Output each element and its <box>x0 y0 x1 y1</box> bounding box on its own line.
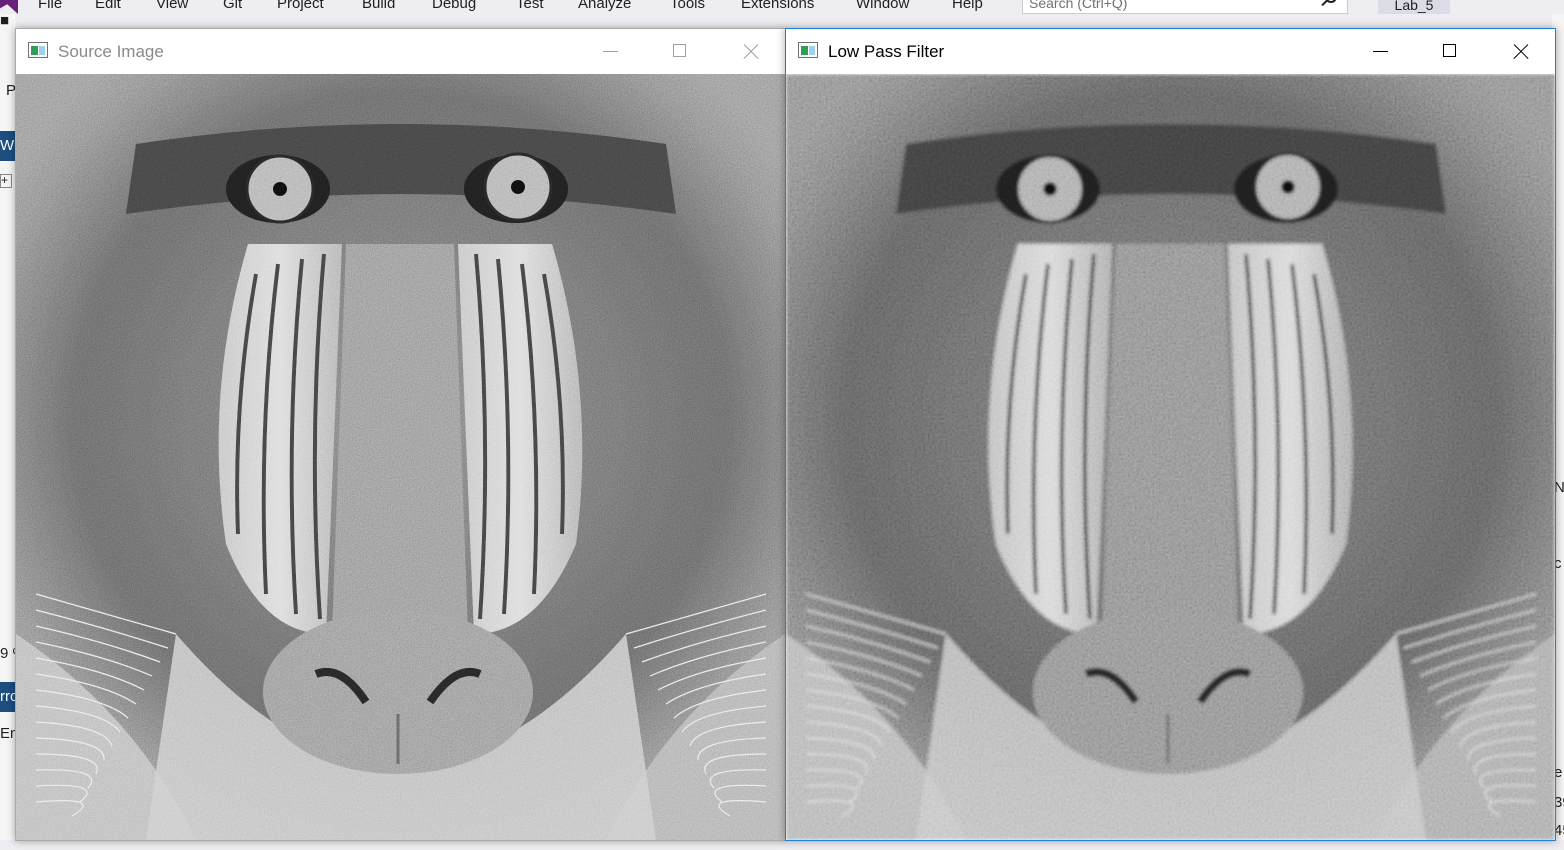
window-title: Low Pass Filter <box>828 42 945 61</box>
app-icon <box>798 42 818 58</box>
menu-file[interactable]: File <box>38 0 62 12</box>
ide-left-panel-edge: ■ P Wh + 9 % rro En <box>0 12 16 850</box>
minimize-icon[interactable] <box>1345 29 1415 74</box>
add-icon[interactable]: + <box>0 174 12 188</box>
window-title: Source Image <box>58 42 164 61</box>
edge-text-zoom: 9 % <box>0 645 16 662</box>
edge-tab-blue-2: rro <box>0 682 16 712</box>
menu-tools[interactable]: Tools <box>670 0 705 12</box>
ide-status-bar <box>0 840 1564 850</box>
maximize-icon[interactable] <box>1415 29 1485 74</box>
fur-texture <box>16 74 785 840</box>
search-placeholder: Search (Ctrl+Q) <box>1029 0 1128 11</box>
filtered-image-canvas <box>786 74 1555 840</box>
solution-name-badge[interactable]: Lab_5 <box>1378 0 1450 14</box>
mandrill-image <box>16 74 785 840</box>
menu-project[interactable]: Project <box>277 0 324 12</box>
menu-window[interactable]: Window <box>856 0 909 12</box>
minimize-icon[interactable] <box>575 29 645 74</box>
close-icon[interactable] <box>715 29 785 74</box>
menu-edit[interactable]: Edit <box>95 0 121 12</box>
search-icon <box>1325 0 1337 3</box>
menu-view[interactable]: View <box>156 0 188 12</box>
edge-tab-blue-1: Wh <box>0 131 16 161</box>
menu-bar: File Edit View Git Project Build Debug T… <box>0 0 1564 14</box>
source-window-titlebar[interactable]: Source Image <box>16 29 785 74</box>
close-icon[interactable] <box>1485 29 1555 74</box>
menu-debug[interactable]: Debug <box>432 0 476 12</box>
edge-text-entire: En <box>0 725 16 742</box>
source-image-canvas <box>16 74 785 840</box>
menu-extensions[interactable]: Extensions <box>741 0 814 12</box>
search-input[interactable]: Search (Ctrl+Q) <box>1022 0 1348 14</box>
edge-text-wh: Wh <box>0 137 16 154</box>
menu-git[interactable]: Git <box>223 0 242 12</box>
fur-texture <box>786 74 1555 840</box>
app-icon <box>28 42 48 58</box>
menu-test[interactable]: Test <box>516 0 544 12</box>
toolbar-fragment-icon: ■ <box>0 12 10 29</box>
low-pass-filter-window[interactable]: Low Pass Filter <box>785 28 1556 841</box>
edge-text-errors: rro <box>0 688 16 705</box>
menu-analyze[interactable]: Analyze <box>578 0 631 12</box>
source-image-window[interactable]: Source Image <box>15 28 786 841</box>
maximize-icon[interactable] <box>645 29 715 74</box>
menu-help[interactable]: Help <box>952 0 983 12</box>
lowpass-window-titlebar[interactable]: Low Pass Filter <box>786 29 1555 74</box>
menu-build[interactable]: Build <box>362 0 395 12</box>
mandrill-image-blurred <box>786 74 1555 840</box>
